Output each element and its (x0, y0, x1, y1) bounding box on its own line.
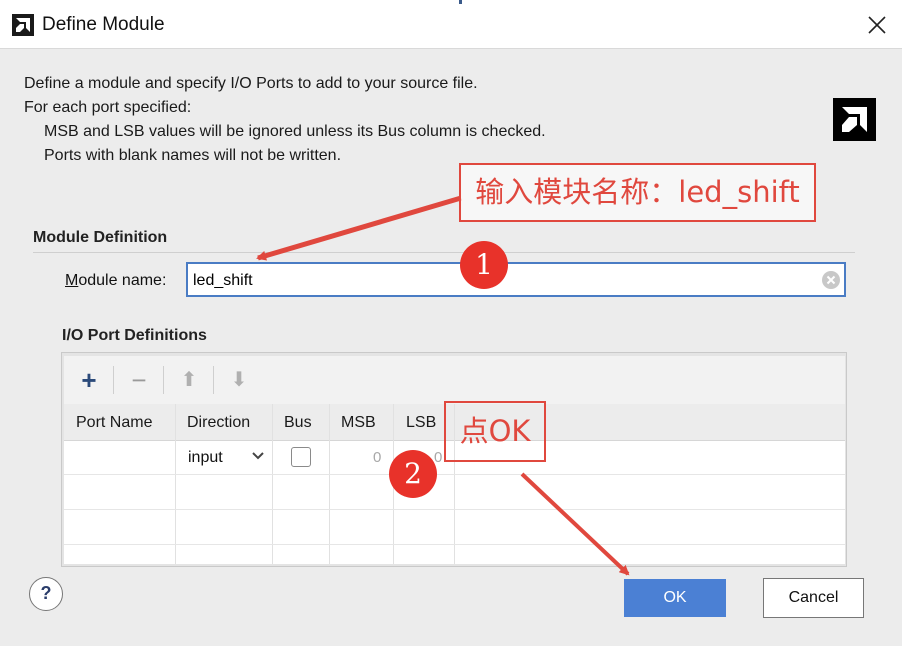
module-name-value[interactable]: led_shift (193, 272, 253, 290)
annotation-callout-module-name: 输入模块名称：led_shift (459, 163, 816, 222)
arrow-to-module-name (256, 195, 462, 261)
column-header-bus[interactable]: Bus (284, 414, 312, 432)
add-port-button[interactable]: + (75, 366, 103, 394)
close-icon[interactable] (866, 14, 888, 36)
description-line-4: Ports with blank names will not be writt… (44, 147, 342, 164)
section-divider (33, 252, 855, 253)
toolbar-separator (163, 366, 164, 394)
direction-select[interactable]: input (188, 449, 223, 467)
clear-icon[interactable] (822, 271, 840, 289)
amd-logo-large-icon (833, 98, 876, 141)
chevron-down-icon[interactable] (250, 448, 266, 469)
lsb-value[interactable]: 0 (434, 449, 442, 466)
move-down-button[interactable]: ⬇ (225, 366, 253, 394)
toolbar-separator (113, 366, 114, 394)
cancel-button[interactable]: Cancel (763, 578, 864, 618)
amd-logo-icon (12, 14, 34, 36)
column-header-direction[interactable]: Direction (187, 414, 250, 432)
annotation-callout-ok: 点OK (444, 401, 546, 462)
help-button[interactable]: ? (29, 577, 63, 611)
step-badge-2: 2 (389, 450, 437, 498)
toolbar-separator (213, 366, 214, 394)
ok-button[interactable]: OK (624, 579, 726, 617)
module-name-label: Module name: (65, 272, 167, 289)
column-header-msb[interactable]: MSB (341, 414, 376, 432)
step-badge-1: 1 (460, 241, 508, 289)
remove-port-button[interactable]: − (125, 366, 153, 394)
description-line-1: Define a module and specify I/O Ports to… (24, 75, 478, 92)
description-line-2: For each port specified: (24, 99, 192, 116)
description-line-3: MSB and LSB values will be ignored unles… (44, 123, 546, 140)
column-header-lsb[interactable]: LSB (406, 414, 436, 432)
module-name-input[interactable]: led_shift (186, 262, 846, 297)
io-port-definitions-title: I/O Port Definitions (62, 327, 207, 344)
io-toolbar: + − ⬆ ⬇ (64, 356, 845, 404)
module-definition-title: Module Definition (33, 229, 168, 246)
bus-checkbox[interactable] (291, 447, 311, 467)
move-up-button[interactable]: ⬆ (175, 366, 203, 394)
msb-value[interactable]: 0 (373, 449, 381, 466)
column-header-port-name[interactable]: Port Name (76, 414, 152, 432)
background-window-edge (459, 0, 462, 4)
window-title: Define Module (42, 14, 165, 35)
title-bar: Define Module (0, 0, 902, 49)
